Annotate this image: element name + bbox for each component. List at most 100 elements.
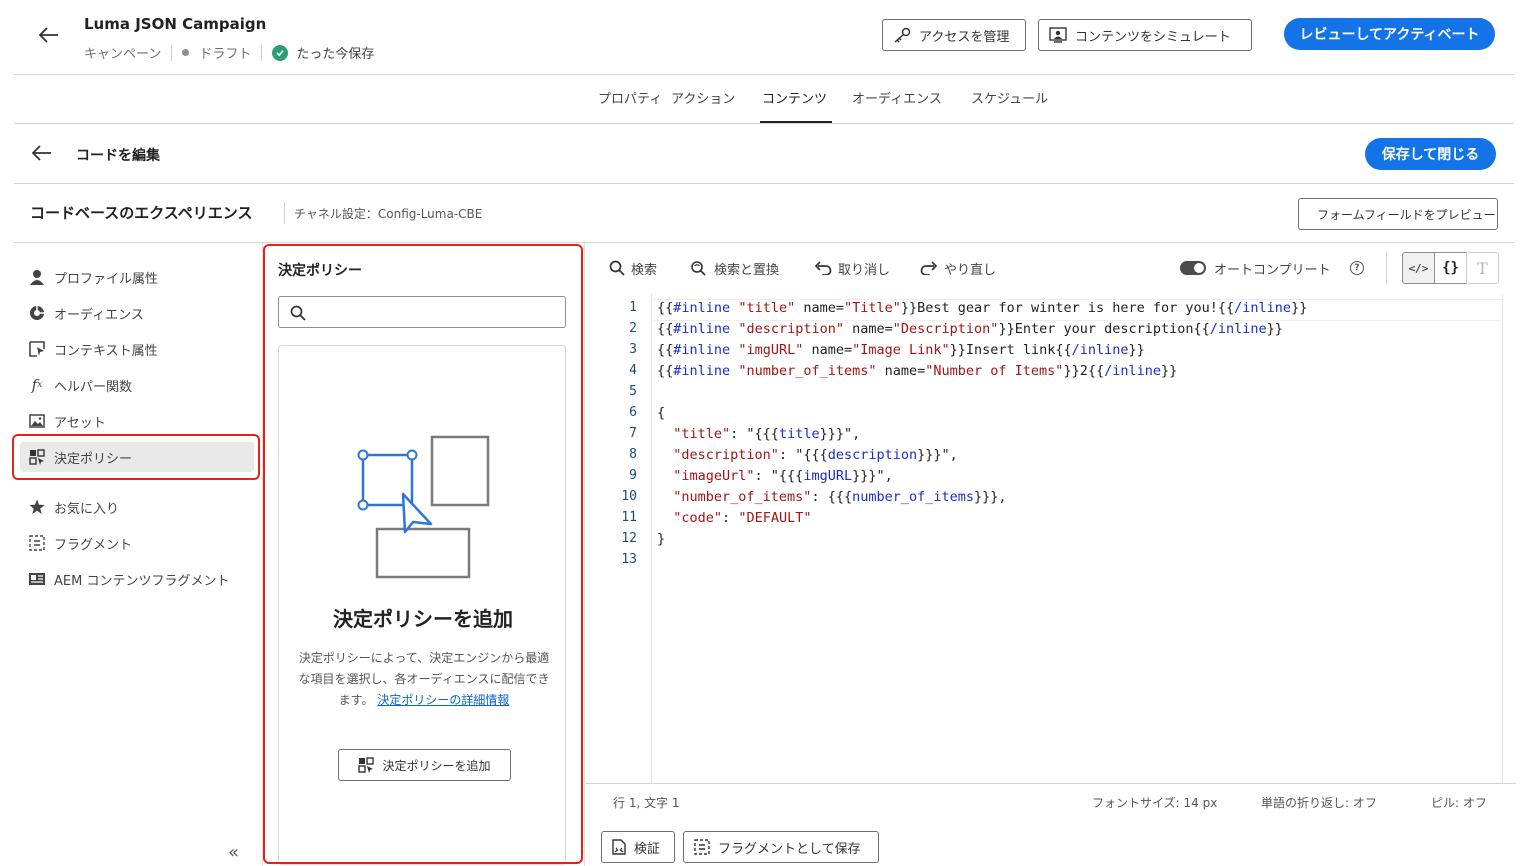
validate-button[interactable]: 検証 [601,831,675,863]
collapse-panel-icon[interactable]: « [228,842,239,863]
context-icon [28,340,46,358]
simulate-content-label: コンテンツをシミュレート [1075,29,1231,45]
campaign-title: Luma JSON Campaign [84,15,267,33]
review-activate-button[interactable]: レビューしてアクティベート [1284,18,1495,50]
tabs-divider [14,123,1514,124]
campaign-type: キャンペーン [84,47,162,62]
audience-icon [28,304,46,322]
validate-label: 検証 [634,841,661,857]
save-and-close-button[interactable]: 保存して閉じる [1365,138,1496,170]
find-replace-icon [691,261,706,276]
sidebar-item-fragments[interactable]: フラグメント [28,528,254,558]
preview-form-fields-button[interactable]: フォームフィールドをプレビュー [1298,198,1498,230]
code-line: "description": "{{{description}}}", [673,447,958,463]
code-mode-icon[interactable]: </> [1402,252,1435,284]
line-number: 4 [629,363,637,378]
sidebar-item-favorites[interactable]: お気に入り [28,492,254,522]
redo-icon [920,261,938,275]
tab-audience[interactable]: オーディエンス [852,88,942,107]
divider [261,44,263,61]
line-number: 3 [629,342,637,357]
highlight-box-sidebar [12,434,260,480]
undo-icon [814,261,832,275]
sidebar-item-label: お気に入り [54,501,120,517]
preview-form-fields-label: フォームフィールドをプレビュー [1317,207,1496,222]
sidebar-item-aem-content-fragments[interactable]: AEM コンテンツフラグメント [28,564,254,594]
find-replace-label: 検索と置換 [714,262,780,278]
line-number: 1 [629,300,637,315]
code-editor[interactable]: 1 2 3 4 5 6 7 8 9 10 11 12 13 {{#inline "title" name… [586,294,1516,783]
code-line: "number_of_items": {{{number_of_items}}}… [673,489,1007,505]
code-line: {{#inline "imgURL" name="Image Link"}}In… [657,342,1145,358]
channel-config: チャネル設定：Config-Luma-CBE [294,207,483,221]
autocomplete-toggle[interactable] [1180,261,1206,275]
divider [1386,252,1387,284]
tab-properties[interactable]: プロパティ [598,88,662,107]
help-icon[interactable]: ? [1350,261,1364,275]
font-size-status[interactable]: フォントサイズ: 14 px [1092,794,1217,811]
undo-button[interactable]: 取り消し [814,258,890,278]
editor-search-label: 検索 [631,262,658,278]
fragment-icon [28,534,46,552]
sidebar-item-profile-attributes[interactable]: プロファイル属性 [28,262,254,292]
simulate-icon [1049,27,1067,43]
line-number: 7 [629,426,637,441]
back-to-content-icon[interactable] [31,145,56,165]
editor-divider [584,243,585,866]
line-number-gutter: 1 2 3 4 5 6 7 8 9 10 11 12 13 [586,294,652,783]
highlight-box-panel [263,244,583,864]
editor-scrollbar[interactable] [1502,294,1516,783]
line-number: 8 [629,447,637,462]
aem-icon [28,570,46,588]
divider [284,202,285,224]
text-mode-icon[interactable]: T [1466,252,1499,284]
star-icon [28,498,46,516]
campaign-tabs: プロパティ アクション コンテンツ オーディエンス スケジュール [0,75,1524,124]
autocomplete-label: オートコンプリート [1214,262,1331,278]
pill-status[interactable]: ピル: オフ [1431,794,1487,811]
find-replace-button[interactable]: 検索と置換 [690,258,779,278]
redo-button[interactable]: やり直し [920,258,996,278]
sidebar-item-audiences[interactable]: オーディエンス [28,298,254,328]
edit-code-title: コードを編集 [76,148,160,164]
search-icon [609,260,625,276]
simulate-content-button[interactable]: コンテンツをシミュレート [1038,19,1252,51]
sidebar-item-label: AEM コンテンツフラグメント [54,573,230,589]
sidebar-item-label: フラグメント [54,537,133,553]
editor-search-button[interactable]: 検索 [609,258,657,278]
line-number: 2 [629,321,637,336]
line-number: 6 [629,405,637,420]
code-line: {{#inline "description" name="Descriptio… [657,321,1283,337]
back-arrow-icon[interactable] [34,20,64,50]
code-line: "title": "{{{title}}}", [673,426,861,442]
code-line: "imageUrl": "{{{imgURL}}}", [673,468,893,484]
edit-bar-divider [14,183,1514,184]
sidebar-item-assets[interactable]: アセット [28,406,254,436]
tab-schedule[interactable]: スケジュール [971,88,1048,107]
tab-actions[interactable]: アクション [671,88,735,107]
editor-mode-group: </> {} T [1402,252,1499,284]
line-number: 13 [621,552,637,567]
image-icon [28,412,46,430]
sidebar-item-label: ヘルパー関数 [54,379,133,395]
line-number: 11 [621,510,637,525]
manage-access-button[interactable]: アクセスを管理 [882,19,1026,51]
word-wrap-status[interactable]: 単語の折り返し: オフ [1261,794,1377,811]
code-line: {{#inline "title" name="Title"}}Best gea… [657,300,1308,316]
undo-label: 取り消し [838,262,891,278]
campaign-meta: キャンペーン ドラフト たった今保存 [84,43,374,62]
sidebar-item-label: コンテキスト属性 [54,343,158,359]
cbe-title: コードベースのエクスペリエンス [30,204,253,222]
fragment-icon [694,839,710,855]
campaign-status: ドラフト [199,47,252,62]
tab-content[interactable]: コンテンツ [762,88,827,107]
sidebar-item-helper-functions[interactable]: fx ヘルパー関数 [28,370,254,400]
status-dot-icon [182,49,190,56]
cursor-position: 行 1, 文字 1 [613,796,680,810]
check-circle-icon [272,44,289,61]
sidebar-item-context-attributes[interactable]: コンテキスト属性 [28,334,254,364]
json-mode-icon[interactable]: {} [1434,252,1467,284]
line-number: 5 [629,384,637,399]
save-as-fragment-button[interactable]: フラグメントとして保存 [683,831,879,863]
cbe-divider [14,242,1514,243]
